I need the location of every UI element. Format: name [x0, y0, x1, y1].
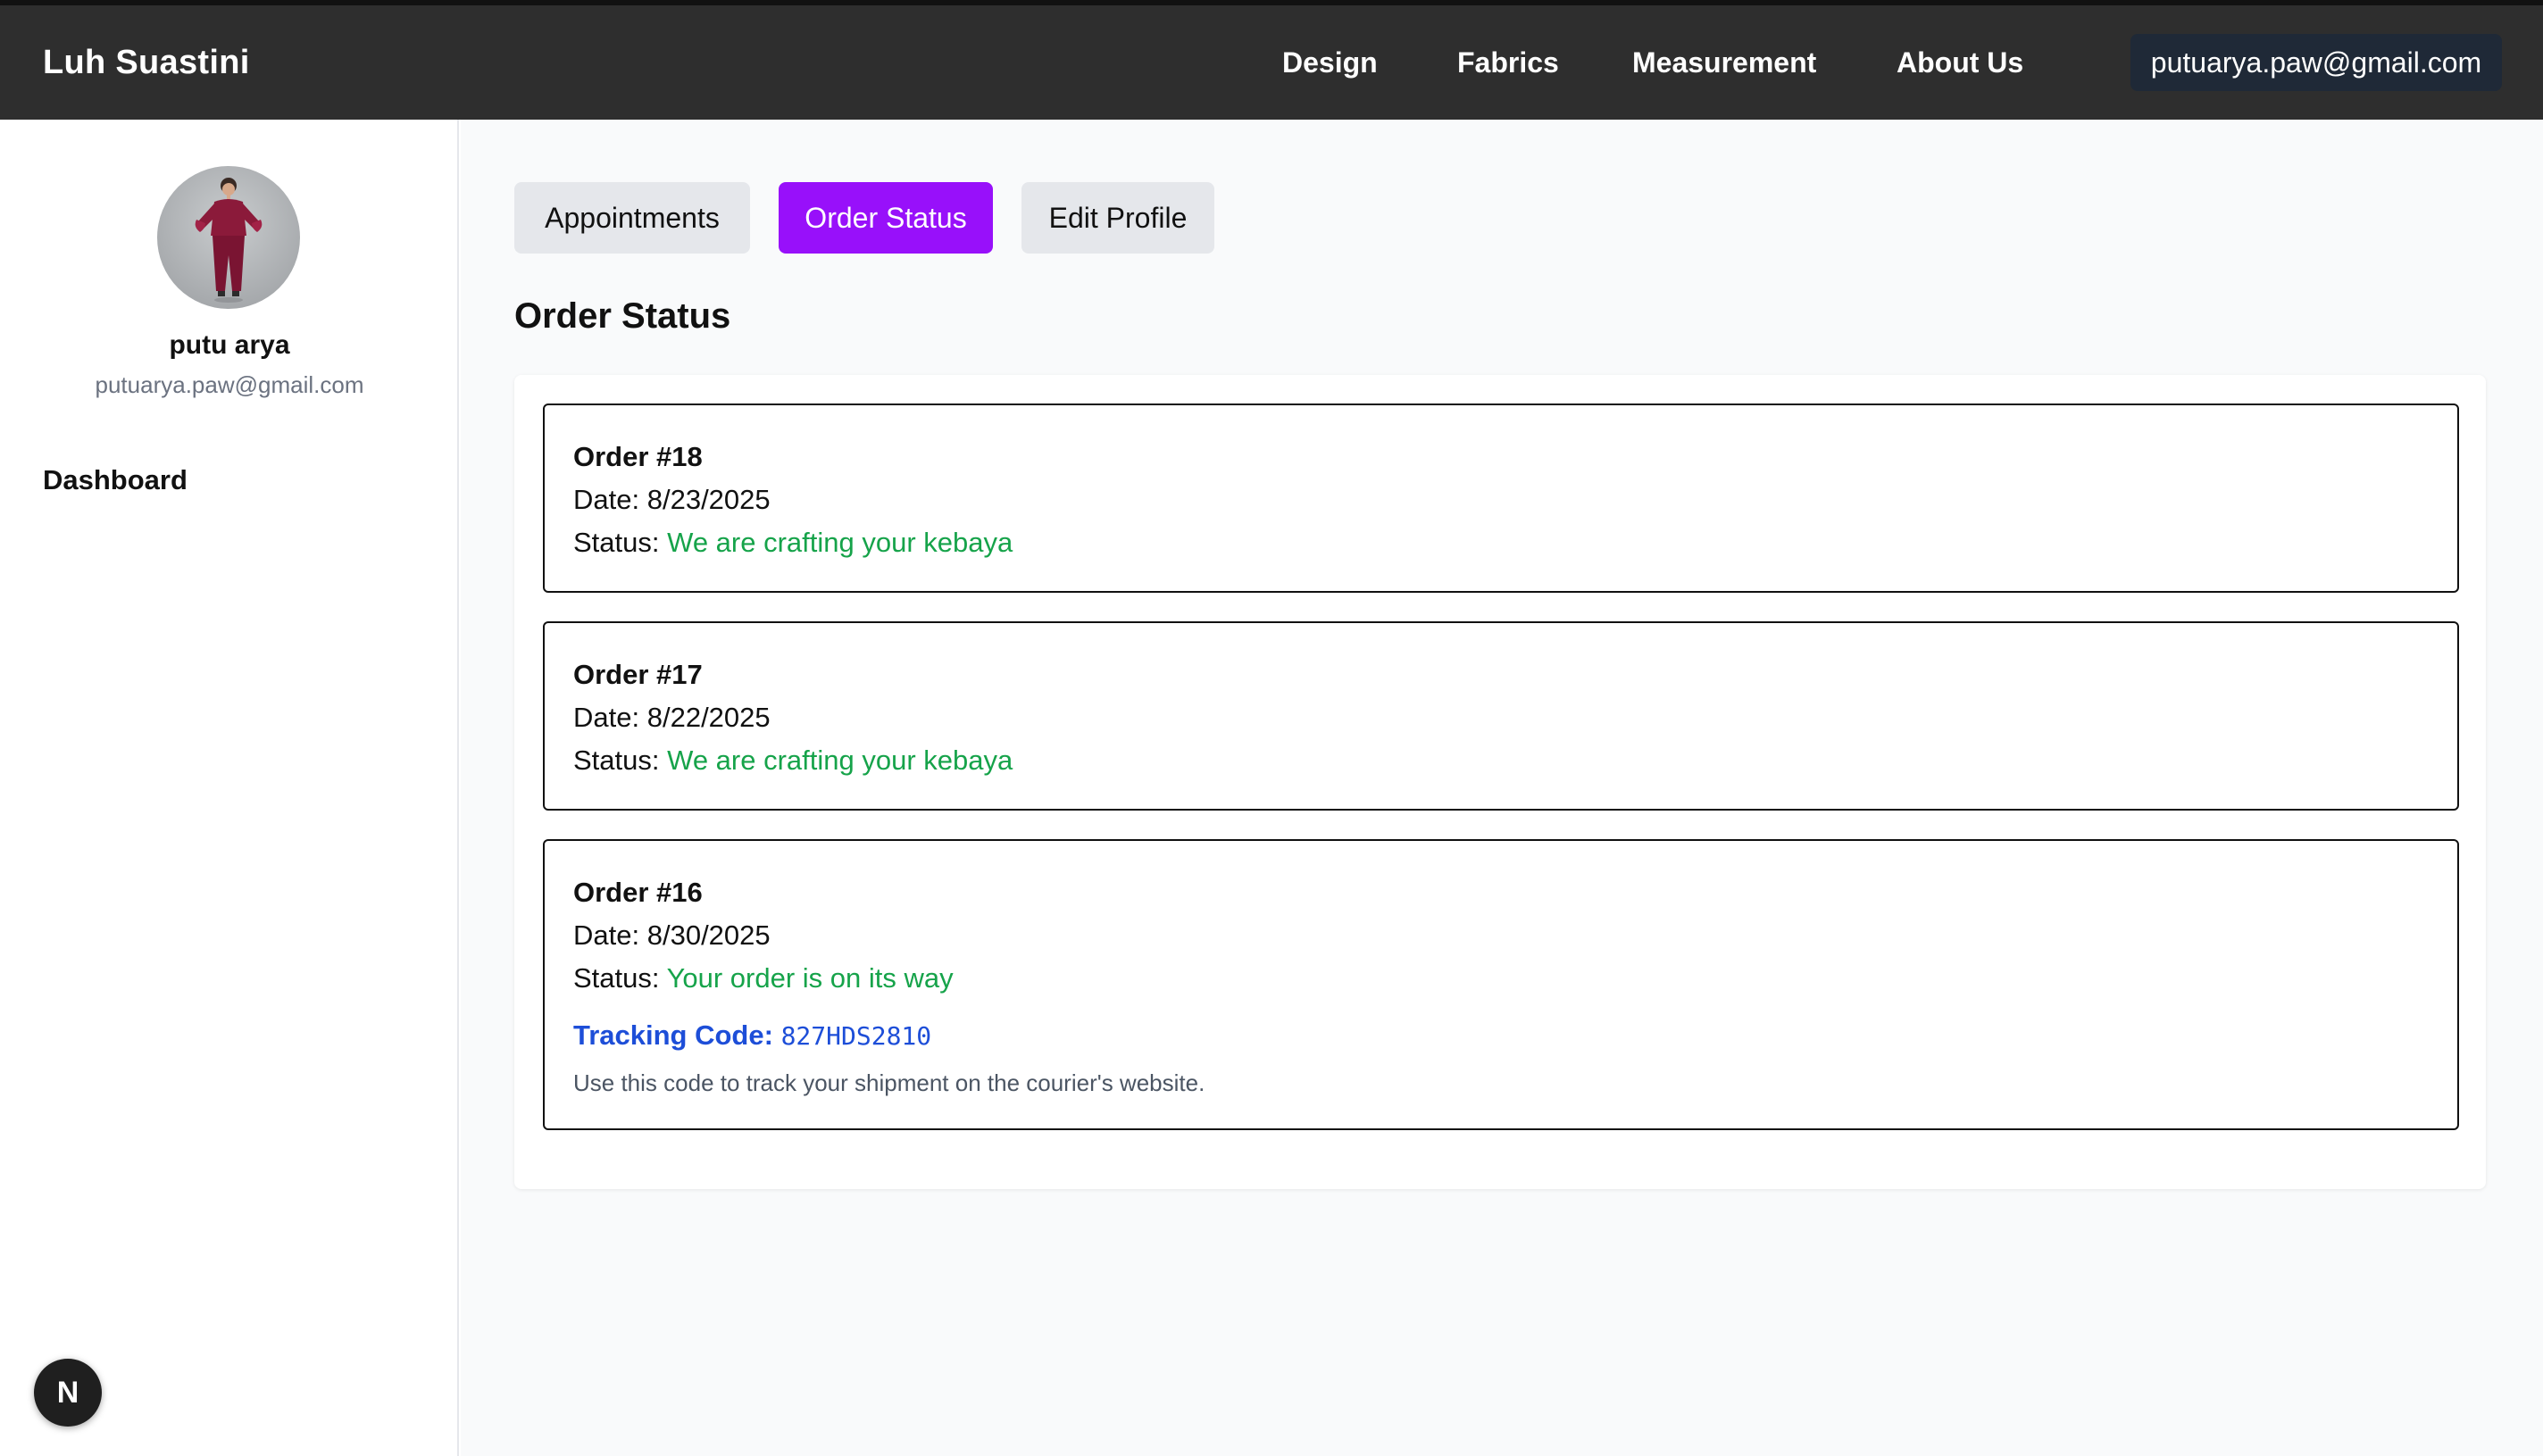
order-card: Order #17 Date: 8/22/2025 Status: We are… — [543, 621, 2459, 811]
tracking-note: Use this code to track your shipment on … — [573, 1069, 1205, 1096]
nextjs-dev-badge[interactable]: N — [34, 1359, 102, 1427]
order-status-label: Status: — [573, 527, 660, 558]
order-status-value: We are crafting your kebaya — [667, 745, 1013, 776]
order-date: Date: 8/22/2025 — [573, 702, 771, 734]
profile-name: putu arya — [169, 330, 290, 360]
nextjs-icon: N — [56, 1375, 79, 1410]
order-title: Order #16 — [573, 877, 703, 908]
order-date-value: 8/22/2025 — [646, 702, 771, 733]
order-status-label: Status: — [573, 962, 660, 994]
sidebar-item-dashboard[interactable]: Dashboard — [43, 464, 188, 496]
order-status-value: Your order is on its way — [666, 962, 954, 994]
tracking-code-label: Tracking Code: — [573, 1019, 773, 1051]
order-date: Date: 8/23/2025 — [573, 484, 771, 516]
order-title: Order #18 — [573, 441, 703, 472]
top-navbar: Luh Suastini Design Fabrics Measurement … — [0, 5, 2543, 120]
tracking-code-value[interactable]: 827HDS2810 — [781, 1021, 932, 1051]
tab-order-status[interactable]: Order Status — [779, 182, 993, 254]
order-date-value: 8/30/2025 — [646, 919, 771, 951]
order-date-label: Date: — [573, 702, 640, 733]
tracking-info: Tracking Code: 827HDS2810 — [573, 1019, 931, 1052]
nav-about-us[interactable]: About Us — [1897, 5, 2023, 120]
nav-fabrics[interactable]: Fabrics — [1457, 5, 1559, 120]
main-content: Appointments Order Status Edit Profile O… — [461, 120, 2543, 1456]
order-title: Order #17 — [573, 659, 703, 690]
sidebar: putu arya putuarya.paw@gmail.com Dashboa… — [0, 120, 459, 1456]
user-account-button[interactable]: putuarya.paw@gmail.com — [2130, 34, 2502, 91]
order-card: Order #16 Date: 8/30/2025 Status: Your o… — [543, 839, 2459, 1130]
nav-measurement[interactable]: Measurement — [1632, 5, 1816, 120]
tab-appointments[interactable]: Appointments — [514, 182, 750, 254]
order-status: Status: Your order is on its way — [573, 962, 954, 994]
brand-logo-text[interactable]: Luh Suastini — [43, 5, 250, 120]
order-date: Date: 8/30/2025 — [573, 919, 771, 952]
order-date-label: Date: — [573, 484, 640, 515]
tab-edit-profile[interactable]: Edit Profile — [1021, 182, 1214, 254]
order-status: Status: We are crafting your kebaya — [573, 527, 1013, 559]
order-status-label: Status: — [573, 745, 660, 776]
nav-design[interactable]: Design — [1282, 5, 1378, 120]
order-date-label: Date: — [573, 919, 640, 951]
order-status: Status: We are crafting your kebaya — [573, 745, 1013, 777]
profile-photo-icon — [195, 178, 263, 303]
avatar — [157, 166, 300, 309]
page: Luh Suastini Design Fabrics Measurement … — [0, 0, 2543, 1456]
profile-email: putuarya.paw@gmail.com — [95, 371, 364, 398]
order-date-value: 8/23/2025 — [646, 484, 771, 515]
orders-panel: Order #18 Date: 8/23/2025 Status: We are… — [514, 375, 2486, 1189]
order-status-value: We are crafting your kebaya — [667, 527, 1013, 558]
order-card: Order #18 Date: 8/23/2025 Status: We are… — [543, 404, 2459, 593]
page-title: Order Status — [514, 296, 731, 336]
